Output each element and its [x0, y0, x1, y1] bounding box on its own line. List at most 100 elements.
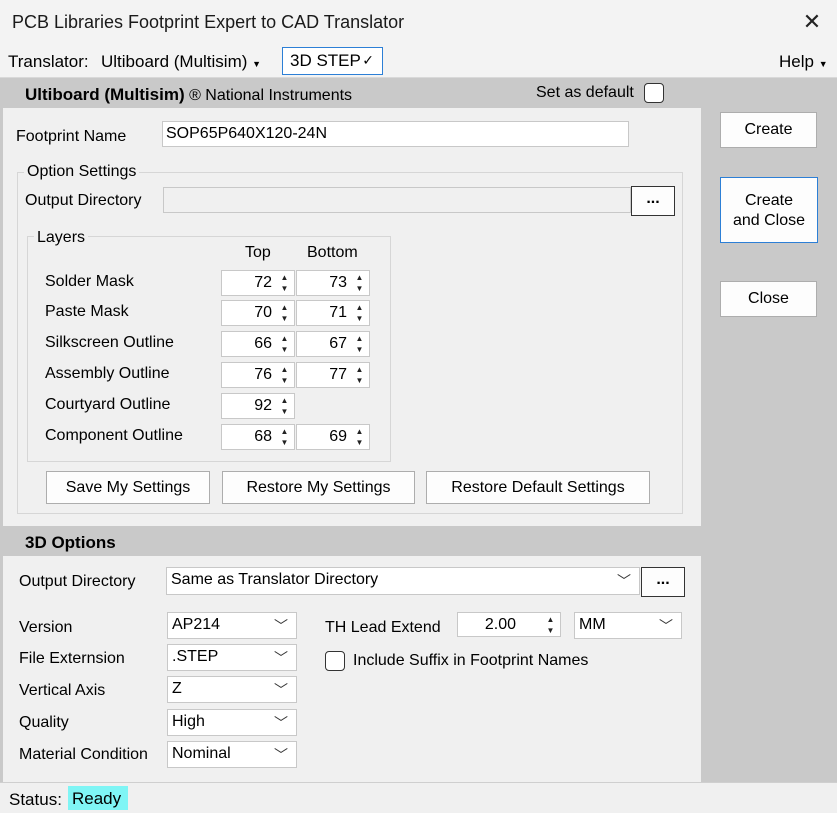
layer-bottom-spinner[interactable]: 71 ▲ ▼ — [296, 300, 370, 326]
spinner-arrows[interactable]: ▲ ▼ — [277, 426, 292, 448]
layer-name: Courtyard Outline — [45, 396, 171, 413]
spin-down-icon[interactable]: ▼ — [277, 437, 292, 448]
spinner-arrows[interactable]: ▲ ▼ — [352, 302, 367, 324]
spin-up-icon[interactable]: ▲ — [543, 614, 558, 625]
spin-down-icon[interactable]: ▼ — [352, 344, 367, 355]
layer-top-spinner[interactable]: 76 ▲ ▼ — [221, 362, 295, 388]
spin-down-icon[interactable]: ▼ — [277, 375, 292, 386]
spin-down-icon[interactable]: ▼ — [352, 375, 367, 386]
spinner-arrows[interactable]: ▲ ▼ — [543, 614, 558, 636]
create-button[interactable]: Create — [720, 112, 817, 148]
spin-up-icon[interactable]: ▲ — [352, 364, 367, 375]
spin-down-icon[interactable]: ▼ — [277, 344, 292, 355]
layers-label: Layers — [34, 229, 89, 247]
spin-up-icon[interactable]: ▲ — [277, 272, 292, 283]
layer-top-value: 70 — [254, 304, 272, 321]
format-dropdown[interactable]: 3D STEP ✓ — [282, 47, 383, 75]
footprint-name-input[interactable]: SOP65P640X120-24N — [162, 121, 629, 147]
spin-down-icon[interactable]: ▼ — [543, 625, 558, 636]
spinner-arrows[interactable]: ▲ ▼ — [277, 272, 292, 294]
browse-button[interactable]: ... — [631, 186, 675, 216]
spin-down-icon[interactable]: ▼ — [277, 313, 292, 324]
layer-top-spinner[interactable]: 70 ▲ ▼ — [221, 300, 295, 326]
spinner-arrows[interactable]: ▲ ▼ — [277, 395, 292, 417]
layer-top-value: 68 — [254, 428, 272, 445]
version-label: Version — [19, 619, 73, 636]
spinner-arrows[interactable]: ▲ ▼ — [352, 272, 367, 294]
layer-bottom-value: 71 — [329, 304, 347, 321]
window-title: PCB Libraries Footprint Expert to CAD Tr… — [12, 12, 405, 32]
layer-top-spinner[interactable]: 66 ▲ ▼ — [221, 331, 295, 357]
chevron-down-icon: ﹀ — [617, 573, 631, 589]
restore-settings-button[interactable]: Restore My Settings — [222, 471, 415, 504]
unit-select[interactable]: MM ﹀ — [574, 612, 682, 639]
quality-select[interactable]: High ﹀ — [167, 709, 297, 736]
set-default-checkbox[interactable] — [644, 83, 664, 103]
quality-value: High — [172, 713, 205, 730]
close-icon[interactable]: ✕ — [798, 8, 826, 36]
create-and-close-button[interactable]: Create and Close — [720, 177, 818, 243]
th-lead-extend-spinner[interactable]: 2.00 ▲ ▼ — [457, 612, 561, 637]
spinner-arrows[interactable]: ▲ ▼ — [352, 333, 367, 355]
layer-bottom-value: 77 — [329, 366, 347, 383]
layer-name: Paste Mask — [45, 303, 129, 320]
status-value: Ready — [68, 786, 128, 810]
output-directory-input[interactable] — [163, 187, 631, 213]
help-menu[interactable]: Help ▼ — [779, 52, 828, 72]
layer-top-spinner[interactable]: 72 ▲ ▼ — [221, 270, 295, 296]
spin-up-icon[interactable]: ▲ — [277, 302, 292, 313]
spinner-arrows[interactable]: ▲ ▼ — [352, 364, 367, 386]
th-lead-extend-label: TH Lead Extend — [325, 619, 441, 636]
options-3d-title: 3D Options — [25, 533, 116, 552]
th-lead-extend-value: 2.00 — [484, 616, 516, 633]
save-settings-button[interactable]: Save My Settings — [46, 471, 210, 504]
chevron-down-icon: ﹀ — [274, 618, 288, 634]
spin-up-icon[interactable]: ▲ — [277, 364, 292, 375]
layer-top-spinner[interactable]: 92 ▲ ▼ — [221, 393, 295, 419]
include-suffix-checkbox[interactable] — [325, 651, 345, 671]
file-extension-select[interactable]: .STEP ﹀ — [167, 644, 297, 671]
help-label: Help — [779, 52, 814, 71]
browse-3d-button[interactable]: ... — [641, 567, 685, 597]
spin-up-icon[interactable]: ▲ — [277, 395, 292, 406]
file-extension-label: File Externsion — [19, 650, 125, 667]
chevron-down-icon: ﹀ — [274, 747, 288, 763]
spin-up-icon[interactable]: ▲ — [277, 333, 292, 344]
layer-top-value: 66 — [254, 335, 272, 352]
output-directory-3d-select[interactable]: Same as Translator Directory ﹀ — [166, 567, 640, 595]
close-button[interactable]: Close — [720, 281, 817, 317]
version-select[interactable]: AP214 ﹀ — [167, 612, 297, 639]
translator-dropdown[interactable]: Ultiboard (Multisim) ▼ — [101, 52, 261, 72]
layer-top-value: 76 — [254, 366, 272, 383]
output-directory-label: Output Directory — [25, 192, 142, 209]
spin-up-icon[interactable]: ▲ — [352, 272, 367, 283]
spin-down-icon[interactable]: ▼ — [352, 283, 367, 294]
spin-up-icon[interactable]: ▲ — [352, 426, 367, 437]
output-directory-3d-value: Same as Translator Directory — [171, 571, 379, 588]
spinner-arrows[interactable]: ▲ ▼ — [277, 302, 292, 324]
layer-bottom-spinner[interactable]: 67 ▲ ▼ — [296, 331, 370, 357]
material-condition-select[interactable]: Nominal ﹀ — [167, 741, 297, 768]
layer-top-spinner[interactable]: 68 ▲ ▼ — [221, 424, 295, 450]
dropdown-arrow-icon: ▼ — [252, 59, 262, 69]
spin-up-icon[interactable]: ▲ — [352, 302, 367, 313]
layer-bottom-spinner[interactable]: 69 ▲ ▼ — [296, 424, 370, 450]
spinner-arrows[interactable]: ▲ ▼ — [277, 333, 292, 355]
set-default-label: Set as default — [536, 84, 634, 101]
layer-bottom-spinner[interactable]: 73 ▲ ▼ — [296, 270, 370, 296]
option-settings-label: Option Settings — [24, 163, 140, 181]
layer-bottom-spinner[interactable]: 77 ▲ ▼ — [296, 362, 370, 388]
spin-down-icon[interactable]: ▼ — [277, 283, 292, 294]
spin-down-icon[interactable]: ▼ — [277, 406, 292, 417]
chevron-down-icon: ﹀ — [274, 682, 288, 698]
vertical-axis-select[interactable]: Z ﹀ — [167, 676, 297, 703]
layer-bottom-value: 69 — [329, 428, 347, 445]
restore-default-button[interactable]: Restore Default Settings — [426, 471, 650, 504]
output-directory-3d-label: Output Directory — [19, 573, 136, 590]
spinner-arrows[interactable]: ▲ ▼ — [352, 426, 367, 448]
spin-up-icon[interactable]: ▲ — [277, 426, 292, 437]
spinner-arrows[interactable]: ▲ ▼ — [277, 364, 292, 386]
spin-down-icon[interactable]: ▼ — [352, 437, 367, 448]
spin-down-icon[interactable]: ▼ — [352, 313, 367, 324]
spin-up-icon[interactable]: ▲ — [352, 333, 367, 344]
